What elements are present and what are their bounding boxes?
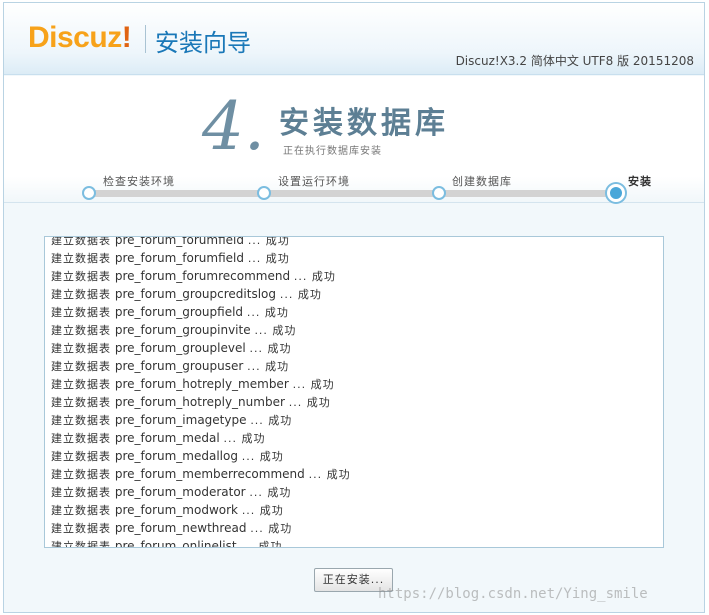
log-line: 建立数据表 pre_forum_modwork ... 成功 xyxy=(51,501,351,519)
log-suffix: ... 成功 xyxy=(247,360,290,373)
log-suffix: ... 成功 xyxy=(308,468,351,481)
log-suffix: ... 成功 xyxy=(254,324,297,337)
log-prefix: 建立数据表 xyxy=(51,414,111,427)
log-line: 建立数据表 pre_forum_grouplevel ... 成功 xyxy=(51,339,351,357)
log-line: 建立数据表 pre_forum_forumrecommend ... 成功 xyxy=(51,267,351,285)
log-prefix: 建立数据表 xyxy=(51,288,111,301)
log-table-name: pre_forum_grouplevel xyxy=(114,341,246,355)
log-table-name: pre_forum_onlinelist xyxy=(114,539,237,548)
log-line: 建立数据表 pre_forum_groupcreditslog ... 成功 xyxy=(51,285,351,303)
log-suffix: ... 成功 xyxy=(241,504,284,517)
step-dot-install xyxy=(607,184,625,202)
log-suffix: ... 成功 xyxy=(250,414,293,427)
log-table-name: pre_forum_medal xyxy=(114,431,220,445)
step-title: 安装数据库 xyxy=(279,106,449,141)
version-info: Discuz!X3.2 简体中文 UTF8 版 20151208 xyxy=(455,54,694,68)
log-line: 建立数据表 pre_forum_newthread ... 成功 xyxy=(51,519,351,537)
log-table-name: pre_forum_forumrecommend xyxy=(114,269,291,283)
header: Discuz! 安装向导 Discuz!X3.2 简体中文 UTF8 版 201… xyxy=(4,3,704,75)
log-table-name: pre_forum_forumfield xyxy=(114,236,244,247)
log-prefix: 建立数据表 xyxy=(51,468,111,481)
log-line: 建立数据表 pre_forum_onlinelist ... 成功 xyxy=(51,537,351,548)
log-suffix: ... 成功 xyxy=(247,236,290,247)
log-prefix: 建立数据表 xyxy=(51,540,111,548)
log-line: 建立数据表 pre_forum_groupfield ... 成功 xyxy=(51,303,351,321)
log-table-name: pre_forum_memberrecommend xyxy=(114,467,305,481)
log-prefix: 建立数据表 xyxy=(51,360,111,373)
watermark: https://blog.csdn.net/Ying_smile xyxy=(378,586,648,602)
step-subtitle: 正在执行数据库安装 xyxy=(283,146,382,157)
log-line: 建立数据表 pre_forum_hotreply_member ... 成功 xyxy=(51,375,351,393)
log-suffix: ... 成功 xyxy=(247,252,290,265)
log-suffix: ... 成功 xyxy=(249,486,292,499)
log-line: 建立数据表 pre_forum_groupuser ... 成功 xyxy=(51,357,351,375)
log-prefix: 建立数据表 xyxy=(51,236,111,247)
log-line: 建立数据表 pre_forum_medal ... 成功 xyxy=(51,429,351,447)
log-prefix: 建立数据表 xyxy=(51,306,111,319)
step-dot-create-db xyxy=(432,186,446,200)
log-suffix: ... 成功 xyxy=(246,306,289,319)
log-table-name: pre_forum_moderator xyxy=(114,485,246,499)
log-prefix: 建立数据表 xyxy=(51,342,111,355)
log-prefix: 建立数据表 xyxy=(51,450,111,463)
log-prefix: 建立数据表 xyxy=(51,522,111,535)
log-suffix: ... 成功 xyxy=(279,288,322,301)
log-table-name: pre_forum_groupfield xyxy=(114,305,244,319)
log-table-name: pre_forum_imagetype xyxy=(114,413,247,427)
log-suffix: ... 成功 xyxy=(288,396,331,409)
step-number: 4. xyxy=(202,88,265,165)
log-suffix: ... 成功 xyxy=(250,522,293,535)
log-prefix: 建立数据表 xyxy=(51,324,111,337)
progress-track xyxy=(86,190,614,197)
log-prefix: 建立数据表 xyxy=(51,270,111,283)
log-line: 建立数据表 pre_forum_imagetype ... 成功 xyxy=(51,411,351,429)
wizard-title: 安装向导 xyxy=(155,29,251,57)
log-table-name: pre_forum_groupinvite xyxy=(114,323,251,337)
log-suffix: ... 成功 xyxy=(223,432,266,445)
log-table-name: pre_forum_groupuser xyxy=(114,359,244,373)
log-line: 建立数据表 pre_forum_medallog ... 成功 xyxy=(51,447,351,465)
log-line: 建立数据表 pre_forum_forumfield ... 成功 xyxy=(51,236,351,249)
log-line: 建立数据表 pre_forum_moderator ... 成功 xyxy=(51,483,351,501)
log-suffix: ... 成功 xyxy=(241,450,284,463)
log-table-name: pre_forum_groupcreditslog xyxy=(114,287,276,301)
log-prefix: 建立数据表 xyxy=(51,252,111,265)
step-label-install: 安装 xyxy=(628,175,652,188)
step-label-check-env: 检查安装环境 xyxy=(103,175,175,188)
step-dot-check-env xyxy=(82,186,96,200)
log-line: 建立数据表 pre_forum_forumfield ... 成功 xyxy=(51,249,351,267)
log-prefix: 建立数据表 xyxy=(51,378,111,391)
log-prefix: 建立数据表 xyxy=(51,396,111,409)
log-table-name: pre_forum_modwork xyxy=(114,503,238,517)
log-suffix: ... 成功 xyxy=(293,270,336,283)
log-suffix: ... 成功 xyxy=(249,342,292,355)
log-prefix: 建立数据表 xyxy=(51,432,111,445)
log-suffix: ... 成功 xyxy=(240,540,283,548)
log-prefix: 建立数据表 xyxy=(51,504,111,517)
log-list: 建立数据表 pre_forum_forumfield ... 成功 建立数据表 p… xyxy=(51,236,351,548)
step-label-run-env: 设置运行环境 xyxy=(278,175,350,188)
step-dot-run-env xyxy=(257,186,271,200)
logo-divider xyxy=(145,25,146,53)
log-line: 建立数据表 pre_forum_memberrecommend ... 成功 xyxy=(51,465,351,483)
discuz-logo: Discuz! xyxy=(28,21,132,54)
log-table-name: pre_forum_medallog xyxy=(114,449,238,463)
log-line: 建立数据表 pre_forum_groupinvite ... 成功 xyxy=(51,321,351,339)
log-table-name: pre_forum_newthread xyxy=(114,521,247,535)
log-table-name: pre_forum_hotreply_member xyxy=(114,377,289,391)
log-line: 建立数据表 pre_forum_hotreply_number ... 成功 xyxy=(51,393,351,411)
log-prefix: 建立数据表 xyxy=(51,486,111,499)
step-label-create-db: 创建数据库 xyxy=(452,175,512,188)
log-table-name: pre_forum_hotreply_number xyxy=(114,395,285,409)
log-table-name: pre_forum_forumfield xyxy=(114,251,244,265)
log-suffix: ... 成功 xyxy=(292,378,335,391)
install-log[interactable]: 建立数据表 pre_forum_forumfield ... 成功 建立数据表 p… xyxy=(44,236,664,548)
